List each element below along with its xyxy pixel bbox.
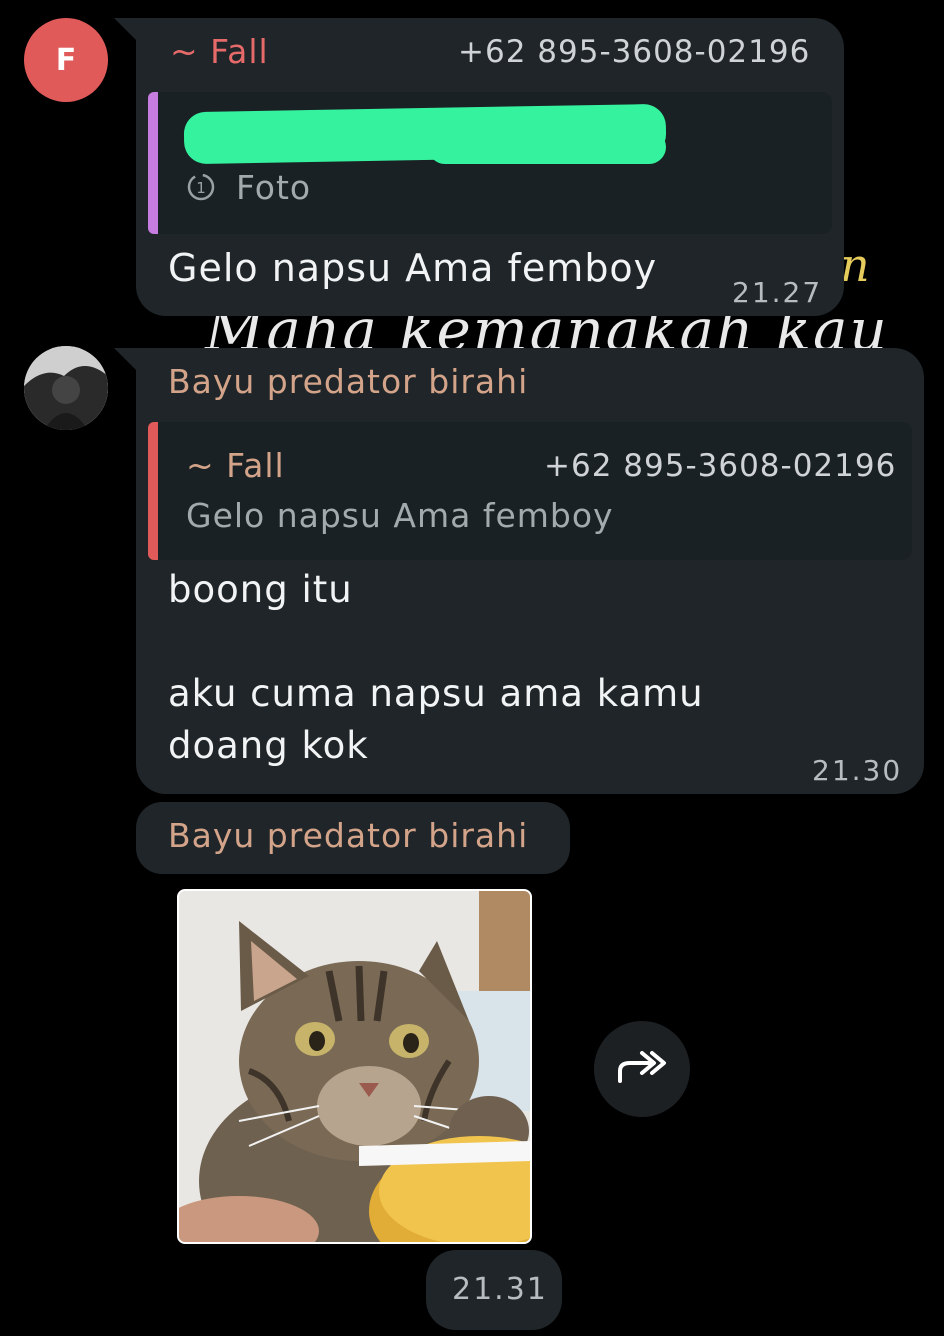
cat-sticker[interactable] <box>177 889 532 1244</box>
sticker-time-pill: 21.31 <box>426 1250 562 1330</box>
quote-bar <box>148 92 158 234</box>
avatar-fall[interactable]: F <box>24 18 108 102</box>
message-bubble-2[interactable]: Bayu predator birahi ~ Fall +62 895-3608… <box>114 348 924 794</box>
message-bubble-1[interactable]: ~ Fall +62 895-3608-02196 1 Foto Gelo na… <box>114 18 844 316</box>
quote-sender-phone: +62 895-3608-02196 <box>544 448 897 484</box>
quote-bar <box>148 422 158 560</box>
sender-name[interactable]: Bayu predator birahi <box>168 816 528 855</box>
sender-name[interactable]: ~ Fall <box>170 32 269 71</box>
sender-phone: +62 895-3608-02196 <box>458 34 811 70</box>
message-time: 21.31 <box>452 1272 548 1307</box>
quoted-message[interactable]: ~ Fall +62 895-3608-02196 Gelo napsu Ama… <box>148 422 912 560</box>
message-text: Gelo napsu Ama femboy <box>168 246 658 290</box>
message-text: boong itu aku cuma napsu ama kamu doang … <box>168 568 704 767</box>
wallpaper-text-fragment: n <box>840 238 870 292</box>
quote-sender-name: ~ Fall <box>186 446 285 485</box>
sender-name-pill[interactable]: Bayu predator birahi <box>136 802 570 874</box>
message-time: 21.30 <box>812 754 903 787</box>
sender-name[interactable]: Bayu predator birahi <box>168 362 528 401</box>
redaction-scribble <box>428 130 666 164</box>
quote-type-label: Foto <box>236 168 312 207</box>
forward-button[interactable] <box>594 1021 690 1117</box>
message-time: 21.27 <box>732 276 823 309</box>
svg-text:1: 1 <box>196 179 206 197</box>
quote-text: Gelo napsu Ama femboy <box>186 496 614 535</box>
avatar-bayu[interactable] <box>24 346 108 430</box>
forward-icon <box>614 1047 670 1091</box>
quoted-message[interactable]: 1 Foto <box>148 92 832 234</box>
view-once-icon: 1 <box>186 172 216 202</box>
